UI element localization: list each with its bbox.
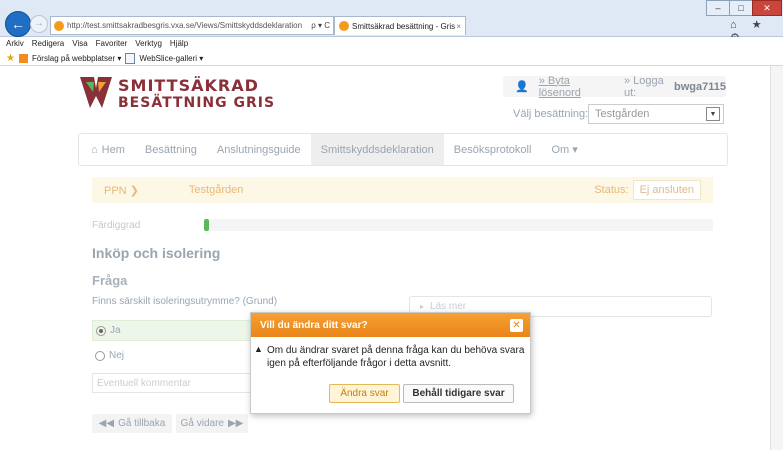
forward-arrow-icon[interactable]: → bbox=[30, 15, 48, 33]
change-password-link[interactable]: » Byta lösenord bbox=[539, 75, 604, 99]
menu-item-favoriter[interactable]: Favoriter bbox=[96, 39, 128, 48]
menu-item-visa[interactable]: Visa bbox=[72, 39, 87, 48]
go-back-label: Gå tillbaka bbox=[118, 418, 166, 429]
menu-item-hjalp[interactable]: Hjälp bbox=[170, 39, 188, 48]
herd-select[interactable]: Testgården ▼ bbox=[588, 104, 724, 124]
answer-option-nej[interactable]: Nej bbox=[92, 345, 252, 366]
brand-subtitle: BESÄTTNING GRIS bbox=[118, 95, 276, 111]
nav-item-hem[interactable]: ⌂ Hem bbox=[79, 134, 135, 165]
comment-input[interactable]: Eventuell kommentar bbox=[92, 373, 252, 393]
tab-title: Smittsäkrad besättning - Gris bbox=[352, 21, 456, 31]
favorites-suggested-sites[interactable]: Förslag på webbplatser ▾ bbox=[32, 54, 121, 63]
nav-item-besoksprotokoll[interactable]: Besöksprotokoll bbox=[444, 134, 542, 165]
tab-close-icon[interactable]: × bbox=[456, 22, 461, 31]
username: bwga7115 bbox=[674, 80, 726, 93]
question-heading: Fråga bbox=[92, 273, 128, 288]
menu-item-verktyg[interactable]: Verktyg bbox=[135, 39, 162, 48]
ppn-farm: Testgården bbox=[188, 184, 244, 196]
question-text: Finns särskilt isoleringsutrymme? (Grund… bbox=[92, 296, 278, 307]
main-nav: ⌂ Hem Besättning Anslutningsguide Smitts… bbox=[78, 133, 728, 166]
webslice-icon bbox=[125, 52, 136, 64]
section-title: Inköp och isolering bbox=[92, 245, 221, 261]
progress-label: Färdiggrad bbox=[92, 220, 141, 231]
chevron-down-icon: ❯ bbox=[129, 184, 139, 197]
ppn-bar: PPN ❯ Testgården Status: Ej ansluten bbox=[92, 177, 713, 203]
brand-logo-icon bbox=[80, 77, 112, 108]
brand-name: SMITTSÄKRAD bbox=[118, 76, 259, 95]
answer-label-nej: Nej bbox=[109, 350, 125, 361]
ppn-label: PPN bbox=[104, 184, 127, 197]
go-back-button[interactable]: ◀◀ Gå tillbaka bbox=[92, 414, 172, 433]
nav-item-besattning[interactable]: Besättning bbox=[135, 134, 207, 165]
maximize-icon[interactable]: □ bbox=[729, 0, 753, 16]
favorites-bar: ★ Förslag på webbplatser ▾ WebSlice-gall… bbox=[0, 51, 783, 66]
dialog-title: Vill du ändra ditt svar? bbox=[251, 313, 530, 337]
address-bar[interactable]: http://test.smittsakradbesgris.vxa.se/Vi… bbox=[50, 16, 334, 35]
radio-selected-icon[interactable] bbox=[96, 325, 106, 336]
suggested-sites-icon bbox=[18, 53, 28, 63]
url-text: http://test.smittsakradbesgris.vxa.se/Vi… bbox=[67, 21, 303, 30]
go-forward-label: Gå vidare bbox=[180, 418, 224, 429]
double-chevron-right-icon: ▶▶ bbox=[227, 418, 244, 429]
chevron-down-icon[interactable]: ▼ bbox=[706, 107, 720, 121]
minimize-icon[interactable]: – bbox=[706, 0, 730, 16]
nav-item-om[interactable]: Om ▾ bbox=[541, 134, 587, 165]
dialog-close-icon[interactable]: ✕ bbox=[510, 319, 523, 332]
browser-tab[interactable]: Smittsäkrad besättning - Gris × bbox=[334, 16, 466, 35]
favorites-star-icon[interactable]: ★ bbox=[6, 53, 15, 64]
confirm-dialog: Vill du ändra ditt svar? ✕ ▲ Om du ändra… bbox=[250, 312, 531, 414]
chevron-right-icon: ▸ bbox=[420, 302, 425, 311]
menu-item-arkiv[interactable]: Arkiv bbox=[6, 39, 24, 48]
page-scrollbar[interactable] bbox=[770, 66, 783, 450]
change-answer-button[interactable]: Ändra svar bbox=[329, 384, 400, 403]
home-icon: ⌂ bbox=[91, 143, 98, 156]
answer-option-ja[interactable]: Ja bbox=[92, 320, 252, 341]
warning-icon: ▲ bbox=[254, 344, 263, 354]
nav-label-hem: Hem bbox=[101, 143, 125, 156]
status-badge: Ej ansluten bbox=[632, 180, 701, 200]
ppn-dropdown[interactable]: PPN ❯ bbox=[104, 184, 139, 197]
user-icon: 👤 bbox=[515, 81, 529, 93]
answer-label-ja: Ja bbox=[110, 325, 121, 336]
progress-fill bbox=[204, 219, 210, 231]
nav-item-smittskyddsdeklaration[interactable]: Smittskyddsdeklaration bbox=[310, 134, 444, 165]
account-bar: 👤 » Byta lösenord » Logga ut: bwga7115 bbox=[503, 75, 726, 99]
dialog-message: Om du ändrar svaret på denna fråga kan d… bbox=[267, 345, 525, 369]
keep-answer-button[interactable]: Behåll tidigare svar bbox=[403, 384, 514, 403]
logout-link[interactable]: » Logga ut: bbox=[624, 75, 671, 99]
site-favicon-icon bbox=[54, 20, 64, 31]
favorites-webslice-gallery[interactable]: WebSlice-galleri ▾ bbox=[139, 54, 203, 63]
nav-item-anslutningsguide[interactable]: Anslutningsguide bbox=[207, 134, 311, 165]
herd-select-label: Välj besättning: bbox=[513, 108, 589, 120]
double-chevron-left-icon: ◀◀ bbox=[98, 418, 115, 429]
window-close-icon[interactable]: ✕ bbox=[752, 0, 782, 16]
tab-favicon-icon bbox=[339, 21, 349, 31]
go-forward-button[interactable]: Gå vidare ▶▶ bbox=[176, 414, 248, 433]
menu-bar: Arkiv Redigera Visa Favoriter Verktyg Hj… bbox=[0, 37, 783, 50]
progress-bar bbox=[204, 219, 713, 231]
read-more-label: Läs mer bbox=[430, 301, 467, 312]
menu-item-redigera[interactable]: Redigera bbox=[32, 39, 64, 48]
radio-icon[interactable] bbox=[95, 350, 105, 361]
address-bar-controls[interactable]: ρ ▾ C bbox=[311, 21, 333, 30]
herd-select-value: Testgården bbox=[595, 108, 650, 120]
back-arrow-icon[interactable]: ← bbox=[5, 11, 31, 37]
status-label: Status: bbox=[594, 184, 629, 196]
